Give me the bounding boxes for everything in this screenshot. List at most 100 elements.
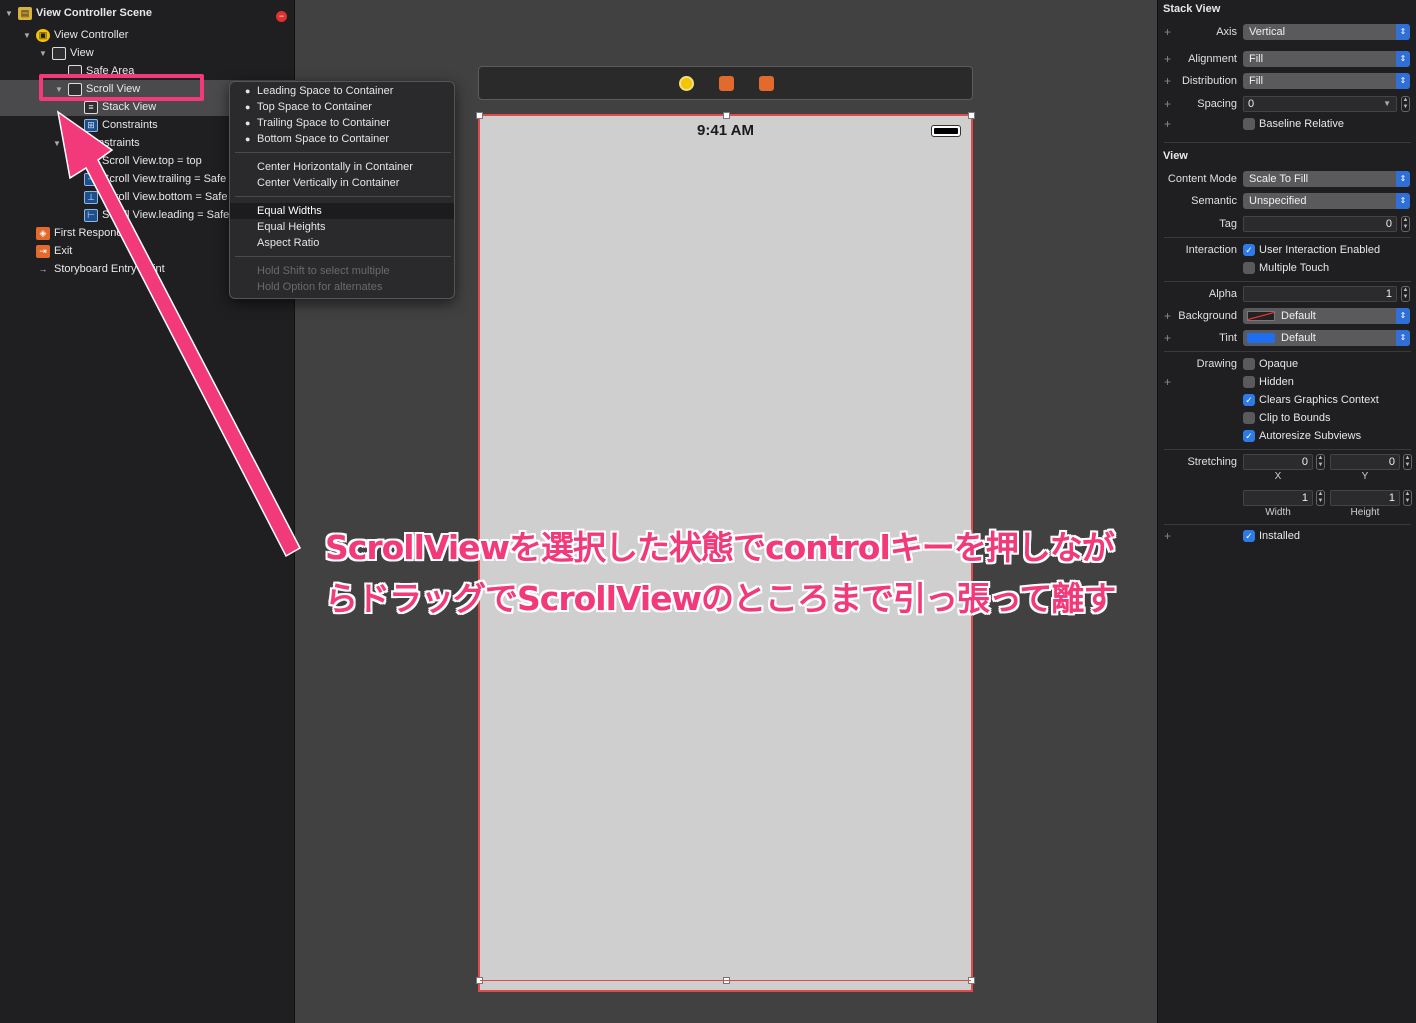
autoresize-checkbox[interactable]: ✓: [1243, 430, 1255, 442]
storyboard-entry-label: Storyboard Entry Point: [54, 263, 165, 275]
baseline-relative-checkbox[interactable]: [1243, 118, 1255, 130]
constraints-group-icon: ⊞: [66, 136, 80, 150]
tag-field[interactable]: 0: [1243, 216, 1397, 232]
divider: [1164, 237, 1411, 238]
stretch-y-field[interactable]: 0: [1330, 454, 1400, 470]
content-mode-popup[interactable]: Scale To Fill ⇕: [1243, 171, 1410, 187]
axis-popup[interactable]: Vertical ⇕: [1243, 24, 1410, 40]
alpha-stepper[interactable]: ▲ ▼: [1401, 286, 1410, 302]
background-value: Default: [1281, 310, 1316, 322]
attributes-inspector: Stack View + Axis Vertical ⇕ + Alignment …: [1157, 0, 1416, 1023]
menu-item-label: Top Space to Container: [257, 101, 372, 113]
clip-to-bounds-checkbox[interactable]: [1243, 412, 1255, 424]
menu-item-trailing-space[interactable]: ● Trailing Space to Container: [230, 115, 454, 131]
add-variation-icon[interactable]: +: [1164, 52, 1171, 66]
exit-dock-icon[interactable]: [759, 76, 774, 91]
disclosure-triangle-icon[interactable]: ▼: [22, 31, 32, 40]
entry-arrow-icon: →: [38, 264, 48, 274]
menu-item-label: Trailing Space to Container: [257, 117, 390, 129]
distribution-label: Distribution: [1181, 75, 1237, 87]
alpha-label: Alpha: [1208, 288, 1237, 300]
opaque-checkbox[interactable]: [1243, 358, 1255, 370]
installed-checkbox[interactable]: ✓: [1243, 530, 1255, 542]
stretch-height-field[interactable]: 1: [1330, 490, 1400, 506]
chevron-updown-icon: ⇕: [1396, 308, 1410, 324]
multiple-touch-checkbox[interactable]: [1243, 262, 1255, 274]
section-header-stack-view: Stack View: [1163, 3, 1221, 15]
view-label: View: [70, 47, 94, 59]
installed-label: Installed: [1259, 530, 1300, 542]
multiple-touch-label: Multiple Touch: [1259, 262, 1330, 274]
axis-label: Axis: [1216, 26, 1237, 38]
color-swatch-icon: [1247, 333, 1275, 343]
constraint-icon: ⊢: [84, 154, 98, 168]
background-popup[interactable]: Default ⇕: [1243, 308, 1410, 324]
add-variation-icon[interactable]: +: [1164, 309, 1171, 323]
menu-item-center-vertically[interactable]: Center Vertically in Container: [230, 175, 454, 191]
outline-item-view-controller[interactable]: ▼ ▣ View Controller: [0, 26, 295, 44]
menu-item-equal-widths[interactable]: Equal Widths: [230, 203, 454, 219]
error-indicator-icon[interactable]: −: [276, 11, 287, 22]
menu-item-center-horizontally[interactable]: Center Horizontally in Container: [230, 159, 454, 175]
add-variation-icon[interactable]: +: [1164, 74, 1171, 88]
y-label: Y: [1361, 471, 1369, 482]
add-variation-icon[interactable]: +: [1164, 331, 1171, 345]
status-bar-time: 9:41 AM: [697, 122, 754, 139]
tag-stepper[interactable]: ▲ ▼: [1401, 216, 1410, 232]
stretch-y-stepper[interactable]: ▲ ▼: [1403, 454, 1412, 470]
stretching-label: Stretching: [1187, 456, 1237, 468]
disclosure-triangle-icon[interactable]: ▼: [38, 49, 48, 58]
hidden-checkbox[interactable]: [1243, 376, 1255, 388]
disclosure-triangle-icon[interactable]: ▼: [4, 9, 14, 18]
menu-separator: [235, 152, 451, 153]
stretch-x-field[interactable]: 0: [1243, 454, 1313, 470]
divider: [1164, 449, 1411, 450]
outline-item-view[interactable]: ▼ View: [0, 44, 295, 62]
stretch-width-field[interactable]: 1: [1243, 490, 1313, 506]
user-interaction-checkbox[interactable]: ✓: [1243, 244, 1255, 256]
add-variation-icon[interactable]: +: [1164, 117, 1171, 131]
add-variation-icon[interactable]: +: [1164, 25, 1171, 39]
stretch-width-stepper[interactable]: ▲ ▼: [1316, 490, 1325, 506]
add-variation-icon[interactable]: +: [1164, 529, 1171, 543]
alignment-value: Fill: [1249, 53, 1264, 65]
menu-item-aspect-ratio[interactable]: Aspect Ratio: [230, 235, 454, 251]
chevron-updown-icon: ⇕: [1396, 24, 1410, 40]
safe-area-bottom: [480, 980, 971, 990]
clears-graphics-checkbox[interactable]: ✓: [1243, 394, 1255, 406]
content-mode-value: Scale To Fill: [1249, 173, 1309, 185]
bullet-icon: ●: [245, 102, 251, 112]
menu-item-bottom-space[interactable]: ● Bottom Space to Container: [230, 131, 454, 147]
stretch-x-stepper[interactable]: ▲ ▼: [1316, 454, 1325, 470]
resize-handle[interactable]: [476, 112, 483, 119]
divider: [1164, 351, 1411, 352]
tint-popup[interactable]: Default ⇕: [1243, 330, 1410, 346]
semantic-popup[interactable]: Unspecified ⇕: [1243, 193, 1410, 209]
first-responder-dock-icon[interactable]: [719, 76, 734, 91]
menu-item-equal-heights[interactable]: Equal Heights: [230, 219, 454, 235]
constraint-popup-menu: ● Leading Space to Container ● Top Space t…: [229, 81, 455, 299]
exit-icon: ⇥: [36, 244, 50, 258]
autoresize-label: Autoresize Subviews: [1259, 430, 1362, 442]
alignment-popup[interactable]: Fill ⇕: [1243, 51, 1410, 67]
view-controller-dock-icon[interactable]: [679, 76, 694, 91]
resize-handle[interactable]: [723, 112, 730, 119]
chevron-down-icon[interactable]: ▼: [1383, 97, 1391, 111]
add-variation-icon[interactable]: +: [1164, 97, 1171, 111]
add-variation-icon[interactable]: +: [1164, 375, 1171, 389]
outline-item-scene[interactable]: ▼ ▤ View Controller Scene −: [0, 4, 295, 22]
disclosure-triangle-icon[interactable]: ▼: [52, 139, 62, 148]
spacing-label: Spacing: [1197, 98, 1237, 110]
distribution-popup[interactable]: Fill ⇕: [1243, 73, 1410, 89]
interaction-label: Interaction: [1185, 244, 1237, 256]
spacing-field[interactable]: 0 ▼: [1243, 96, 1397, 112]
menu-item-top-space[interactable]: ● Top Space to Container: [230, 99, 454, 115]
stretch-height-stepper[interactable]: ▲ ▼: [1403, 490, 1412, 506]
spacing-stepper[interactable]: ▲ ▼: [1401, 96, 1410, 112]
divider: [1164, 142, 1411, 143]
scene-dock: [478, 66, 973, 100]
resize-handle[interactable]: [968, 112, 975, 119]
alpha-field[interactable]: 1: [1243, 286, 1397, 302]
menu-item-leading-space[interactable]: ● Leading Space to Container: [230, 83, 454, 99]
divider: [1164, 281, 1411, 282]
